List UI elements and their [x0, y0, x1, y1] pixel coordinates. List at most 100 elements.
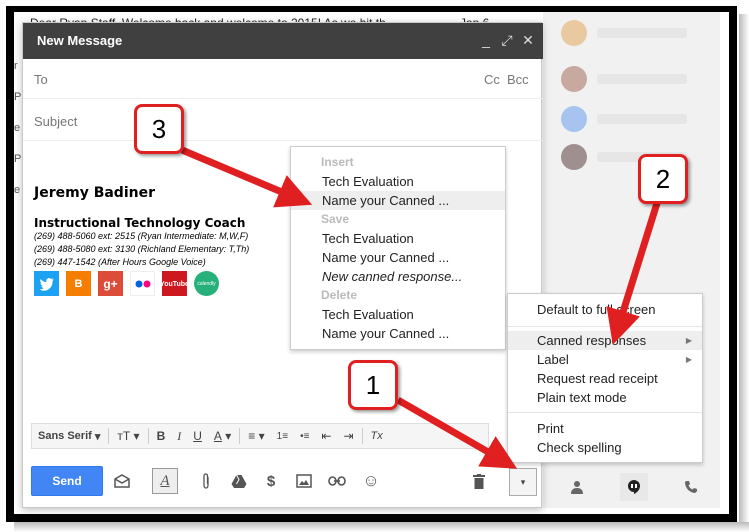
remove-format-button[interactable]: Tx	[365, 424, 389, 448]
insert-name-your-canned[interactable]: Name your Canned ...	[291, 191, 505, 210]
phone-icon[interactable]	[677, 473, 705, 501]
attach-icon[interactable]	[193, 468, 219, 494]
submenu-header-insert: Insert	[321, 155, 354, 169]
delete-tech-evaluation[interactable]: Tech Evaluation	[291, 305, 505, 324]
side-letter: P	[14, 153, 22, 165]
signature[interactable]: Jeremy Badiner Instructional Technology …	[34, 185, 334, 269]
flickr-icon[interactable]	[130, 271, 155, 296]
menu-request-read-receipt[interactable]: Request read receipt	[508, 369, 702, 388]
avatar	[561, 66, 587, 92]
indent-less-button[interactable]: ⇤	[315, 424, 337, 448]
submenu-arrow-icon: ▶	[685, 336, 692, 345]
chat-contact[interactable]	[553, 18, 708, 48]
emoji-icon[interactable]: ☺	[358, 468, 384, 494]
chat-contact-name-blurred	[597, 114, 687, 124]
numbered-list-button[interactable]: 1≡	[271, 424, 294, 448]
text-color-icon: A	[213, 429, 222, 443]
bcc-link[interactable]: Bcc	[507, 72, 529, 87]
subject-field[interactable]: Subject	[23, 101, 543, 141]
avatar	[561, 20, 587, 46]
avatar	[561, 144, 587, 170]
submenu-header-save: Save	[321, 212, 350, 226]
bold-button[interactable]: B	[151, 424, 172, 448]
confidential-mode-icon[interactable]	[109, 468, 135, 494]
divider	[147, 428, 149, 444]
menu-print[interactable]: Print	[508, 419, 702, 438]
indent-more-button[interactable]: ⇥	[337, 424, 359, 448]
discard-draft-icon[interactable]	[466, 468, 492, 494]
more-options-menu: Default to full screen Canned responses ▶…	[507, 293, 703, 463]
divider	[108, 428, 110, 444]
menu-item-label: Plain text mode	[537, 390, 627, 405]
twitter-icon[interactable]	[34, 271, 59, 296]
blogger-icon[interactable]: B	[66, 271, 91, 296]
close-icon[interactable]: ✕	[519, 31, 537, 49]
text-color-button[interactable]: A ▾	[208, 424, 237, 448]
bulleted-list-button[interactable]: •≡	[294, 424, 315, 448]
compose-bottom-bar: Send A $ ☺ ▾	[23, 463, 543, 509]
calendly-icon[interactable]: calendly	[194, 271, 219, 296]
insert-tech-evaluation[interactable]: Tech Evaluation	[291, 172, 505, 191]
menu-item-label: Check spelling	[537, 440, 622, 455]
font-family-label: Sans Serif	[38, 430, 92, 442]
font-family-select[interactable]: Sans Serif ▾	[32, 424, 106, 448]
menu-label[interactable]: Label ▶	[508, 350, 702, 369]
signature-line: (269) 488-5080 ext: 3130 (Richland Eleme…	[34, 244, 250, 254]
insert-link-icon[interactable]	[324, 468, 350, 494]
save-tech-evaluation[interactable]: Tech Evaluation	[291, 229, 505, 248]
italic-button[interactable]: I	[171, 424, 187, 448]
menu-default-full-screen[interactable]: Default to full screen	[508, 300, 702, 319]
menu-item-label: Canned responses	[537, 333, 647, 348]
expand-icon[interactable]: ⤢	[498, 31, 516, 49]
menu-divider	[508, 412, 702, 413]
menu-plain-text-mode[interactable]: Plain text mode	[508, 388, 702, 407]
new-canned-response[interactable]: New canned response...	[291, 267, 505, 286]
chat-contact[interactable]	[553, 64, 708, 94]
align-button[interactable]: ≡ ▾	[242, 424, 270, 448]
screenshot-frame: Dear Ryan Staff, Welcome back and welcom…	[0, 0, 749, 532]
subject-placeholder: Subject	[34, 114, 78, 129]
compose-title: New Message	[37, 33, 123, 48]
side-letter: P	[14, 91, 22, 103]
youtube-icon[interactable]: YouTube	[160, 271, 189, 296]
formatting-toolbar: Sans Serif ▾ тT ▾ B I U A ▾ ≡ ▾ 1≡ •≡ ⇤ …	[31, 423, 489, 449]
chat-contact-name-blurred	[597, 74, 687, 84]
canned-responses-submenu: Insert Tech Evaluation Name your Canned …	[290, 146, 506, 350]
menu-item-label: Label	[537, 352, 569, 367]
save-name-your-canned[interactable]: Name your Canned ...	[291, 248, 505, 267]
send-button[interactable]: Send	[31, 466, 103, 496]
align-icon: ≡	[248, 429, 256, 443]
submenu-arrow-icon: ▶	[685, 355, 692, 364]
drive-icon[interactable]	[226, 468, 252, 494]
menu-divider	[508, 326, 702, 327]
formatting-options-button[interactable]: A	[152, 468, 178, 494]
person-icon[interactable]	[563, 473, 591, 501]
side-letter: r	[14, 60, 18, 72]
chat-bottom-bar	[548, 470, 720, 504]
submenu-header-delete: Delete	[321, 288, 358, 302]
minimize-icon[interactable]: _	[477, 31, 495, 49]
frame-shadow-right	[739, 14, 749, 532]
chat-contact[interactable]	[553, 104, 708, 134]
send-money-icon[interactable]: $	[258, 468, 284, 494]
font-size-select[interactable]: тT ▾	[111, 424, 145, 448]
signature-line: (269) 488-5060 ext: 2515 (Ryan Intermedi…	[34, 231, 249, 241]
background-side-letters: r P e P e	[14, 60, 21, 215]
side-letter: e	[14, 122, 21, 134]
menu-check-spelling[interactable]: Check spelling	[508, 438, 702, 457]
menu-canned-responses[interactable]: Canned responses ▶	[508, 331, 702, 350]
googleplus-icon[interactable]: g+	[98, 271, 123, 296]
underline-button[interactable]: U	[187, 424, 208, 448]
cc-link[interactable]: Cc	[484, 72, 500, 87]
compose-header[interactable]: New Message _ ⤢ ✕	[23, 23, 543, 59]
divider	[239, 428, 241, 444]
delete-name-your-canned[interactable]: Name your Canned ...	[291, 324, 505, 343]
hangouts-icon[interactable]	[619, 473, 648, 501]
menu-item-label: Request read receipt	[537, 371, 658, 386]
to-field[interactable]: To Cc Bcc	[23, 59, 543, 99]
callout-1: 1	[348, 360, 398, 410]
frame-shadow-bottom	[14, 522, 749, 532]
insert-photo-icon[interactable]	[291, 468, 317, 494]
more-options-button[interactable]: ▾	[509, 468, 537, 496]
signature-line: (269) 447-1542 (After Hours Google Voice…	[34, 257, 206, 267]
